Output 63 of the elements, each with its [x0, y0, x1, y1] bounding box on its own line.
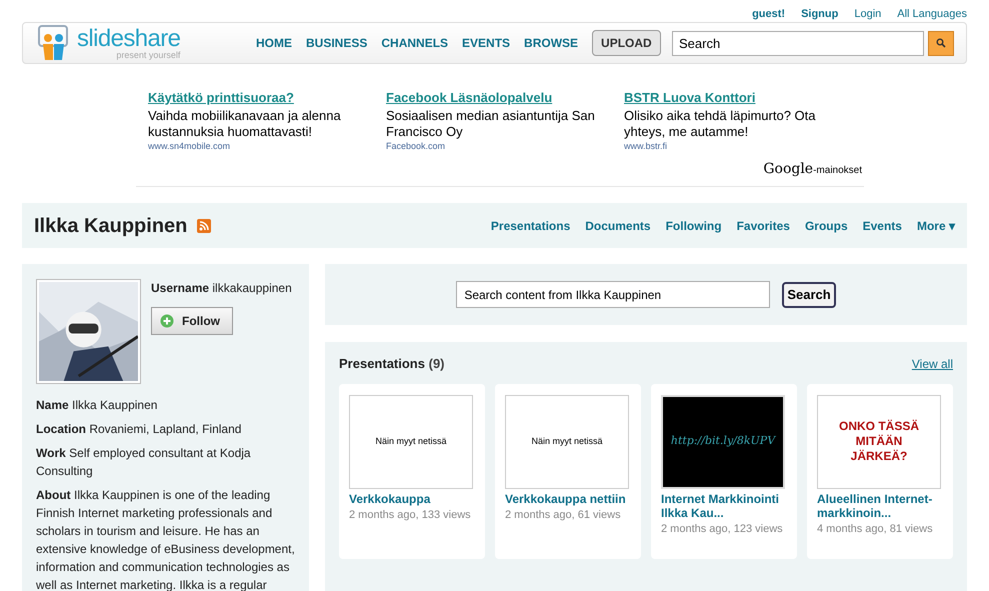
nav-link[interactable]: EVENTS	[462, 34, 510, 52]
logo-tagline: present yourself	[116, 50, 180, 60]
content-search-button[interactable]: Search	[782, 282, 836, 308]
ad-text: Vaihda mobiilikanavaan ja alenna kustannuksia huomattavasti!	[148, 108, 342, 140]
presentation-card[interactable]: Näin myyt netissä Verkkokauppa 2 months ago, 133 views	[339, 384, 485, 558]
presentation-card[interactable]: ONKO TÄSSÄ MITÄÄN JÄRKEÄ? Alueellinen Internet-markkinoin... 4 months ago, 81 views	[807, 384, 953, 558]
plus-icon	[160, 314, 174, 328]
nav-link[interactable]: HOME	[256, 34, 292, 52]
follow-button[interactable]: Follow	[151, 307, 233, 335]
rss-icon[interactable]	[197, 218, 212, 232]
profile-field: Location Rovaniemi, Lapland, Finland	[36, 420, 295, 438]
presentation-card[interactable]: Näin myyt netissä Verkkokauppa nettiin 2 months ago, 61 views	[495, 384, 641, 558]
ad-text: Olisiko aika tehdä läpimurto? Ota yhteys, me autamme!	[624, 108, 816, 140]
top-link[interactable]: Signup	[801, 6, 838, 22]
slide-text: Näin myyt netissä	[375, 434, 447, 448]
profile-tab[interactable]: Groups	[804, 216, 848, 234]
ad-url[interactable]: www.sn4mobile.com	[148, 140, 386, 153]
search-button[interactable]	[928, 30, 954, 56]
search-icon	[936, 38, 946, 48]
presentation-title[interactable]: Internet Markkinointi Ilkka Kau...	[661, 492, 787, 520]
presentation-meta: 2 months ago, 133 views	[349, 508, 472, 522]
slide-thumbnail[interactable]: ONKO TÄSSÄ MITÄÄN JÄRKEÄ?	[817, 394, 941, 488]
slide-text: http://bit.ly/8kUPV	[670, 433, 776, 450]
slide-text: Näin myyt netissä	[531, 434, 603, 448]
ad-title[interactable]: BSTR Luova Konttori	[624, 88, 862, 108]
ad-title[interactable]: Facebook Läsnäolopalvelu	[386, 88, 624, 108]
ad-text: Sosiaalisen median asiantuntija San Francisco Oy	[386, 108, 596, 140]
slide-thumbnail[interactable]: http://bit.ly/8kUPV	[661, 394, 785, 488]
profile-tab[interactable]: Documents	[585, 216, 651, 234]
top-link[interactable]: Login	[854, 6, 882, 22]
presentation-meta: 2 months ago, 123 views	[661, 522, 784, 536]
profile-tab[interactable]: Following	[666, 216, 722, 234]
presentation-card[interactable]: http://bit.ly/8kUPV Internet Markkinointi Ilkka Kau... 2 months ago, 123 views	[651, 384, 797, 558]
presentation-title[interactable]: Verkkokauppa	[349, 492, 475, 506]
upload-button[interactable]: UPLOAD	[592, 30, 661, 56]
presentation-meta: 2 months ago, 61 views	[505, 508, 622, 522]
presentation-title[interactable]: Verkkokauppa nettiin	[505, 492, 631, 506]
nav-link[interactable]: CHANNELS	[381, 34, 448, 52]
ad-url[interactable]: Facebook.com	[386, 140, 624, 153]
section-title: Presentations (9)	[339, 355, 444, 373]
view-all-link[interactable]: View all	[912, 354, 953, 373]
profile-tab[interactable]: Favorites	[736, 216, 790, 234]
top-link[interactable]: All Languages	[897, 6, 967, 22]
username-text: Username ilkkakauppinen	[151, 280, 292, 297]
profile-tab[interactable]: Events	[862, 216, 902, 234]
search-field[interactable]: Search	[672, 30, 924, 56]
profile-tab[interactable]: More ▾	[916, 216, 955, 234]
nav-link[interactable]: BROWSE	[524, 34, 578, 52]
slide-thumbnail[interactable]: Näin myyt netissä	[505, 394, 629, 488]
profile-tab[interactable]: Presentations	[490, 216, 570, 234]
profile-field: Name Ilkka Kauppinen	[36, 396, 295, 414]
profile-name: Ilkka Kauppinen	[34, 214, 188, 238]
profile-field: Work Self employed consultant at Kodja Consulting	[36, 444, 295, 480]
nav-link[interactable]: BUSINESS	[306, 34, 368, 52]
slide-thumbnail[interactable]: Näin myyt netissä	[349, 394, 473, 488]
content-search-field[interactable]: Search content from Ilkka Kauppinen	[456, 281, 770, 308]
top-link[interactable]: guest!	[752, 6, 786, 22]
slide-text: ONKO TÄSSÄ MITÄÄN JÄRKEÄ?	[838, 419, 920, 464]
presentation-meta: 4 months ago, 81 views	[817, 522, 934, 536]
ad-url[interactable]: www.bstr.fi	[624, 140, 862, 153]
ad-title[interactable]: Käytätkö printtisuoraa?	[148, 88, 386, 108]
ads-credit[interactable]: Google-mainokset	[763, 159, 862, 180]
presentation-title[interactable]: Alueellinen Internet-markkinoin...	[817, 492, 943, 520]
